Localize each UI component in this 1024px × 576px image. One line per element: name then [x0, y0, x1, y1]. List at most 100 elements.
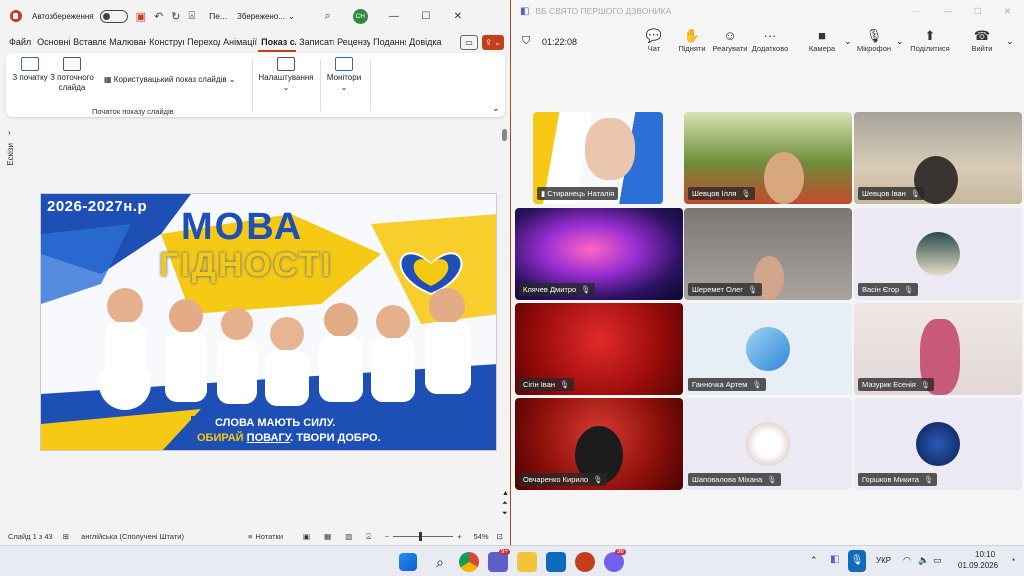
monitors-button[interactable]: Монітори ⌄	[322, 57, 366, 93]
participant-tile[interactable]: Ганночка Артем 🎙	[684, 303, 852, 395]
maximize-icon[interactable]: ☐	[410, 11, 442, 22]
language-status[interactable]: англійська (Сполучені Штати)	[81, 532, 184, 541]
search-icon[interactable]: ⌕	[430, 552, 450, 572]
maximize-icon[interactable]: ☐	[974, 6, 982, 17]
undo-icon[interactable]: ↶	[154, 10, 163, 23]
document-title[interactable]: Пе...	[209, 11, 227, 21]
wifi-icon[interactable]: ◠	[903, 555, 911, 566]
leave-button[interactable]: ☎ Вийти	[962, 28, 1002, 53]
tab-insert[interactable]: Вставлення	[70, 32, 106, 52]
leave-options-icon[interactable]: ⌄	[1006, 36, 1014, 47]
setup-button[interactable]: Налаштування ⌄	[256, 57, 316, 93]
comments-icon[interactable]: ▭	[460, 35, 478, 50]
raise-hand-button[interactable]: ✋ Підняти	[672, 28, 712, 53]
collapse-ribbon-icon[interactable]: ⌄	[492, 103, 500, 114]
accessibility-icon[interactable]: ⊞	[63, 532, 69, 541]
normal-view-icon[interactable]: ▣	[303, 532, 310, 541]
powerpoint-icon[interactable]	[575, 552, 595, 572]
autosave-toggle[interactable]	[99, 9, 128, 23]
volume-icon[interactable]: 🔈	[918, 555, 929, 566]
close-icon[interactable]: ✕	[442, 11, 474, 22]
slide-canvas[interactable]: 2026-2027н.р МОВА ГІДНОСТІ СЛОВА МАЮТЬ С…	[40, 193, 497, 451]
more-options-icon[interactable]: ···	[912, 6, 921, 16]
tab-record[interactable]: Записати	[296, 32, 334, 52]
zoom-out-icon[interactable]: −	[385, 532, 389, 541]
present-icon[interactable]: ⍓	[188, 10, 195, 23]
camera-options-icon[interactable]: ⌄	[844, 36, 852, 47]
tray-expand-icon[interactable]: ⌃	[810, 555, 818, 566]
saved-status[interactable]: Збережено...	[237, 12, 285, 21]
custom-show-button[interactable]: ▦ Користувацький показ слайдів ⌄	[104, 75, 250, 85]
share-button[interactable]: ⇪ ⌄	[482, 35, 504, 50]
reading-view-icon[interactable]: ▥	[345, 532, 352, 541]
clock-date[interactable]: 01.09.2026	[958, 561, 998, 570]
tab-file[interactable]: Файл	[6, 32, 34, 52]
start-icon[interactable]	[399, 553, 417, 571]
vertical-scrollbar[interactable]	[501, 125, 509, 515]
participant-tile[interactable]: Овчаренко Кирило 🎙	[515, 398, 683, 490]
keyboard-language[interactable]: УКР	[876, 556, 891, 565]
close-icon[interactable]: ✕	[1004, 6, 1011, 17]
tab-review[interactable]: Рецензування	[334, 32, 370, 52]
tab-home[interactable]: Основні	[34, 32, 70, 52]
prev-slide-icon[interactable]: ⏶	[502, 500, 508, 508]
save-icon[interactable]: ▣	[136, 10, 146, 23]
from-start-button[interactable]: З початку	[10, 57, 50, 83]
participant-tile[interactable]: ▮ Стиранець Наталія	[533, 112, 663, 204]
participant-tile[interactable]: Горшков Микита 🎙	[854, 398, 1022, 490]
tab-help[interactable]: Довідка	[406, 32, 444, 52]
participant-tile[interactable]: Сігін Іван 🎙	[515, 303, 683, 395]
tab-slideshow[interactable]: Показ слайдів	[258, 32, 297, 52]
participant-tile[interactable]: Шевцов Іван 🎙	[854, 112, 1022, 204]
fit-slide-icon[interactable]: ⊡	[497, 532, 503, 541]
viber-icon[interactable]	[604, 552, 624, 572]
chat-button[interactable]: 💬 Чат	[634, 28, 674, 53]
chrome-icon[interactable]	[459, 552, 479, 572]
search-icon[interactable]: ⌕	[325, 10, 331, 23]
scroll-up-icon[interactable]: ▲	[502, 490, 509, 497]
zoom-in-icon[interactable]: +	[457, 532, 461, 541]
share-button[interactable]: ⬆ Поділитися	[910, 28, 950, 53]
more-button[interactable]: ··· Додатково	[750, 28, 790, 53]
participant-tile[interactable]: Шеремет Олег 🎙	[684, 208, 852, 300]
participant-tile[interactable]: Мазурик Есенія 🎙	[854, 303, 1022, 395]
file-explorer-icon[interactable]	[517, 552, 537, 572]
participant-tile[interactable]: Клячев Дмитро 🎙	[515, 208, 683, 300]
thumbnails-pane[interactable]: Ескізи	[4, 125, 18, 545]
participant-tile[interactable]: Васін Єгор 🎙	[854, 208, 1022, 300]
minimize-icon[interactable]: —	[944, 6, 953, 16]
tab-view[interactable]: Подання	[370, 32, 406, 52]
notes-button[interactable]: Нотатки	[255, 532, 283, 541]
minimize-icon[interactable]: —	[378, 11, 410, 22]
tray-teams-icon[interactable]: ◧	[830, 554, 839, 565]
from-current-button[interactable]: З поточного слайда	[48, 57, 96, 93]
teams-icon[interactable]	[488, 552, 508, 572]
notifications-icon[interactable]: ◔	[1010, 555, 1015, 565]
tab-draw[interactable]: Малювання	[106, 32, 146, 52]
microphone-options-icon[interactable]: ⌄	[896, 36, 904, 47]
tab-design[interactable]: Конструктор	[146, 32, 184, 52]
clock-time[interactable]: 10:10	[975, 550, 995, 559]
avatar[interactable]: СН	[352, 8, 368, 24]
microphone-button[interactable]: 🎙 Мікрофон	[854, 28, 894, 53]
redo-icon[interactable]: ↻	[171, 10, 180, 23]
battery-icon[interactable]: ▭	[933, 555, 942, 566]
camera-button[interactable]: ■ Камера	[802, 28, 842, 53]
chevron-down-icon[interactable]: ⌄	[288, 12, 295, 21]
notes-icon[interactable]: ≡	[248, 532, 252, 541]
outlook-icon[interactable]	[546, 552, 566, 572]
tray-microphone-icon[interactable]: 🎙	[848, 550, 866, 572]
participant-tile[interactable]: Шевцов Ілля 🎙	[684, 112, 852, 204]
slide-counter[interactable]: Слайд 1 з 43	[8, 532, 53, 541]
next-slide-icon[interactable]: ⏷	[502, 510, 508, 518]
sorter-view-icon[interactable]: ▦	[324, 532, 331, 541]
zoom-slider[interactable]	[393, 532, 454, 541]
react-button[interactable]: ☺ Реагувати	[710, 28, 750, 53]
zoom-slider-thumb[interactable]	[419, 532, 423, 541]
participant-tile[interactable]: Шаповалова Міхана 🎙	[684, 398, 852, 490]
presenter-view-icon[interactable]: ⍓	[366, 532, 371, 542]
tab-animations[interactable]: Анімації	[220, 32, 258, 52]
zoom-level[interactable]: 54%	[474, 532, 489, 541]
scrollbar-thumb[interactable]	[502, 129, 507, 141]
tab-transitions[interactable]: Переходи	[184, 32, 220, 52]
